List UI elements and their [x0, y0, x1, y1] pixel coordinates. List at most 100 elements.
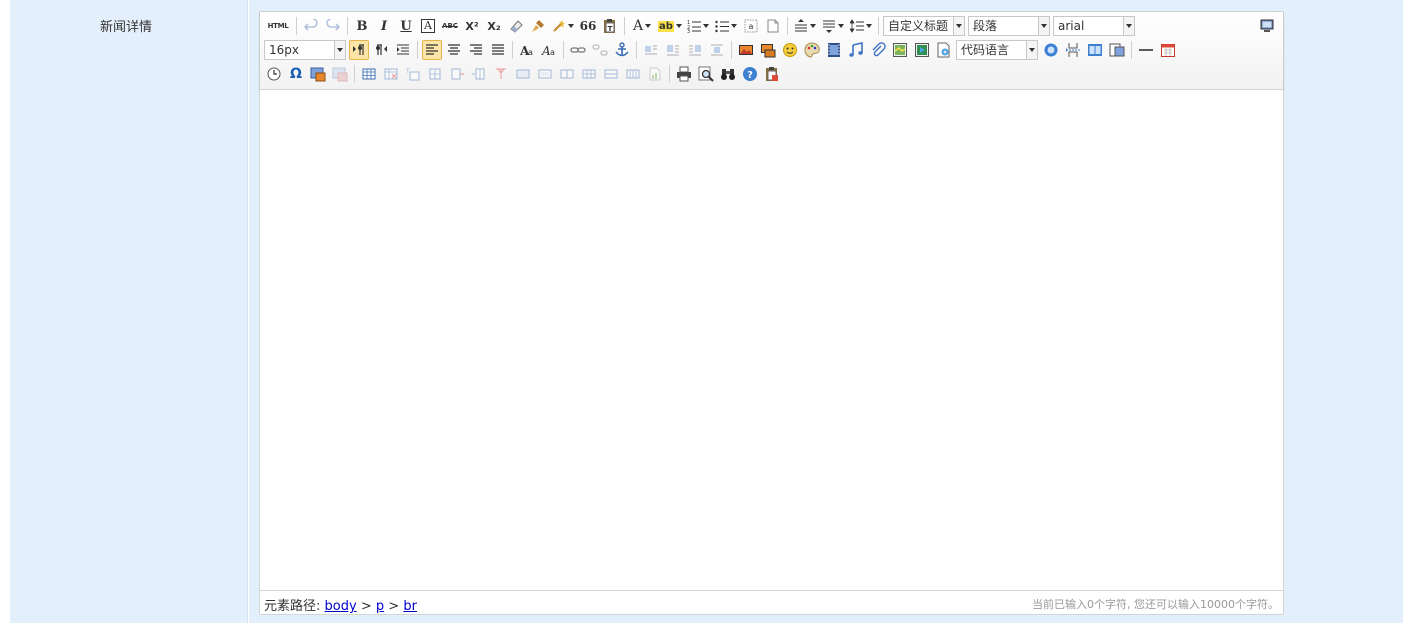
simpleupload-button[interactable]	[736, 40, 756, 60]
date-button[interactable]	[1158, 40, 1178, 60]
attachment-button[interactable]	[868, 40, 888, 60]
splittocols-button[interactable]	[623, 64, 643, 84]
bold-button[interactable]: B	[352, 16, 372, 36]
music-button[interactable]	[846, 40, 866, 60]
link-button[interactable]	[568, 40, 588, 60]
deleterow-button[interactable]	[447, 64, 467, 84]
svg-text:T: T	[406, 68, 410, 75]
justifyleft-button[interactable]	[422, 40, 442, 60]
pagebreak-button[interactable]	[1063, 40, 1083, 60]
fontborder-button[interactable]: A	[418, 16, 438, 36]
help-button[interactable]: ?	[740, 64, 760, 84]
insertrow-button[interactable]	[425, 64, 445, 84]
insertorderedlist-button[interactable]: 123	[685, 16, 711, 36]
inserttable-button[interactable]	[359, 64, 379, 84]
customstyle-select[interactable]: 自定义标题	[883, 16, 965, 36]
strikethrough-button[interactable]: ABC	[440, 16, 460, 36]
element-path-body-link[interactable]: body	[325, 599, 357, 614]
lineheight-button[interactable]	[848, 16, 874, 36]
wordimage-button[interactable]	[330, 64, 350, 84]
snapscreen-button[interactable]	[308, 64, 328, 84]
imagecenter-button[interactable]	[707, 40, 727, 60]
charts-button[interactable]	[645, 64, 665, 84]
print-button[interactable]	[674, 64, 694, 84]
insertframe-button[interactable]	[934, 40, 954, 60]
drafts-button[interactable]	[762, 64, 782, 84]
template-button[interactable]	[1085, 40, 1105, 60]
searchreplace-button[interactable]	[718, 64, 738, 84]
imagenone-button[interactable]	[641, 40, 661, 60]
svg-text:a: a	[528, 48, 533, 57]
cleardoc-button[interactable]	[763, 16, 783, 36]
background-button[interactable]	[1107, 40, 1127, 60]
element-path-separator: >	[360, 599, 372, 614]
undo-button[interactable]	[301, 16, 321, 36]
directionality-rtl-button[interactable]	[371, 40, 391, 60]
underline-button[interactable]: U	[396, 16, 416, 36]
subscript-button[interactable]: X₂	[484, 16, 504, 36]
clock-icon	[267, 67, 281, 81]
unlink-button[interactable]	[590, 40, 610, 60]
rowspacingbottom-button[interactable]	[820, 16, 846, 36]
tolowercase-button[interactable]: Aa	[539, 40, 559, 60]
editor-content-area[interactable]	[260, 90, 1283, 592]
justifyjustify-button[interactable]	[488, 40, 508, 60]
splittocells-button[interactable]	[579, 64, 599, 84]
insertunorderedlist-button[interactable]	[713, 16, 739, 36]
fontfamily-select[interactable]: arial	[1053, 16, 1135, 36]
mergecells-button[interactable]	[513, 64, 533, 84]
formatmatch-button[interactable]	[528, 16, 548, 36]
chevron-down-icon[interactable]	[1038, 17, 1049, 35]
indent-button[interactable]	[393, 40, 413, 60]
element-path-br-link[interactable]: br	[403, 599, 417, 614]
touppercase-button[interactable]: Aa	[517, 40, 537, 60]
superscript-button[interactable]: X²	[462, 16, 482, 36]
deletecol-button[interactable]	[491, 64, 511, 84]
emotion-button[interactable]	[780, 40, 800, 60]
splittorows-button[interactable]	[601, 64, 621, 84]
pasteplain-button[interactable]: T	[600, 16, 620, 36]
italic-button[interactable]: I	[374, 16, 394, 36]
imageright-button[interactable]	[685, 40, 705, 60]
chevron-down-icon[interactable]	[1026, 41, 1037, 59]
deletetable-button[interactable]	[381, 64, 401, 84]
time-button[interactable]	[264, 64, 284, 84]
delete-row-icon	[451, 68, 464, 80]
paragraph-select[interactable]: 段落	[968, 16, 1050, 36]
redo-button[interactable]	[323, 16, 343, 36]
indent-icon	[397, 44, 409, 55]
autotypeset-button[interactable]	[550, 16, 576, 36]
rowspacingtop-button[interactable]	[792, 16, 818, 36]
chevron-down-icon[interactable]	[334, 41, 345, 59]
codelanguage-select[interactable]: 代码语言	[956, 40, 1038, 60]
forecolor-button[interactable]: A	[629, 16, 655, 36]
gmap-button[interactable]	[912, 40, 932, 60]
preview-button[interactable]	[696, 64, 716, 84]
mergedown-button[interactable]	[557, 64, 577, 84]
blockquote-button[interactable]: 66	[578, 16, 598, 36]
chevron-down-icon[interactable]	[953, 17, 964, 35]
fullscreen-button[interactable]	[1257, 16, 1277, 36]
element-path-p-link[interactable]: p	[376, 599, 384, 614]
horizontal-rule-button[interactable]	[1136, 40, 1156, 60]
webapp-button[interactable]	[1041, 40, 1061, 60]
directionality-ltr-button[interactable]	[349, 40, 369, 60]
map-button[interactable]	[890, 40, 910, 60]
imageleft-button[interactable]	[663, 40, 683, 60]
selectall-button[interactable]: a	[741, 16, 761, 36]
html-source-button[interactable]: HTML	[264, 16, 292, 36]
backcolor-button[interactable]: ab	[657, 16, 683, 36]
scrawl-button[interactable]	[802, 40, 822, 60]
chevron-down-icon[interactable]	[1123, 17, 1134, 35]
justifycenter-button[interactable]	[444, 40, 464, 60]
insertparagraphbeforetable-button[interactable]: T	[403, 64, 423, 84]
insertvideo-button[interactable]	[824, 40, 844, 60]
spechars-button[interactable]: Ω	[286, 64, 306, 84]
fontsize-select[interactable]: 16px	[264, 40, 346, 60]
mergeright-button[interactable]	[535, 64, 555, 84]
insertcol-button[interactable]	[469, 64, 489, 84]
justifyright-button[interactable]	[466, 40, 486, 60]
removeformat-button[interactable]	[506, 16, 526, 36]
anchor-button[interactable]	[612, 40, 632, 60]
insertimage-button[interactable]	[758, 40, 778, 60]
